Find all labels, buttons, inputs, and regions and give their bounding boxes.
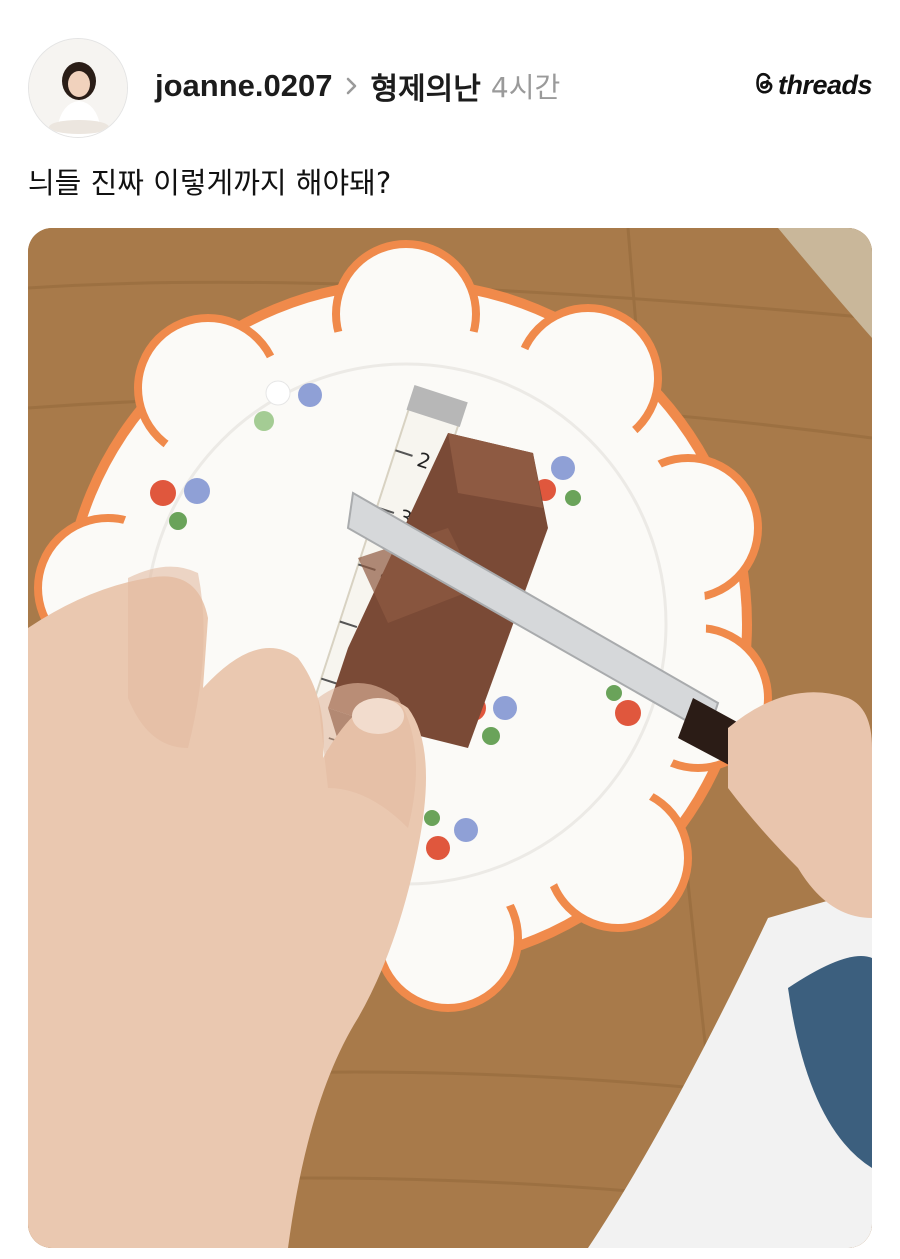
avatar-photo [29,39,127,137]
avatar[interactable] [28,38,128,138]
post-timestamp: 4시간 [490,71,561,104]
threads-wordmark: threads [777,70,873,100]
post-image[interactable]: 2 3 4 5 6 7 1 18 [28,228,872,1248]
threads-brand[interactable]: threads [753,70,873,101]
threads-logo-icon [753,71,775,100]
photo-scene: 2 3 4 5 6 7 1 18 [28,228,872,1248]
post-text: 늬들 진짜 이렇게까지 해야돼? [28,166,392,200]
chevron-right-icon [346,77,358,95]
post-header: joanne.0207 형제의난 4시간 threads [0,0,900,150]
username-link[interactable]: joanne.0207 [155,68,332,104]
post-meta: joanne.0207 형제의난 4시간 [155,64,560,108]
community-link[interactable]: 형제의난 [370,64,480,108]
